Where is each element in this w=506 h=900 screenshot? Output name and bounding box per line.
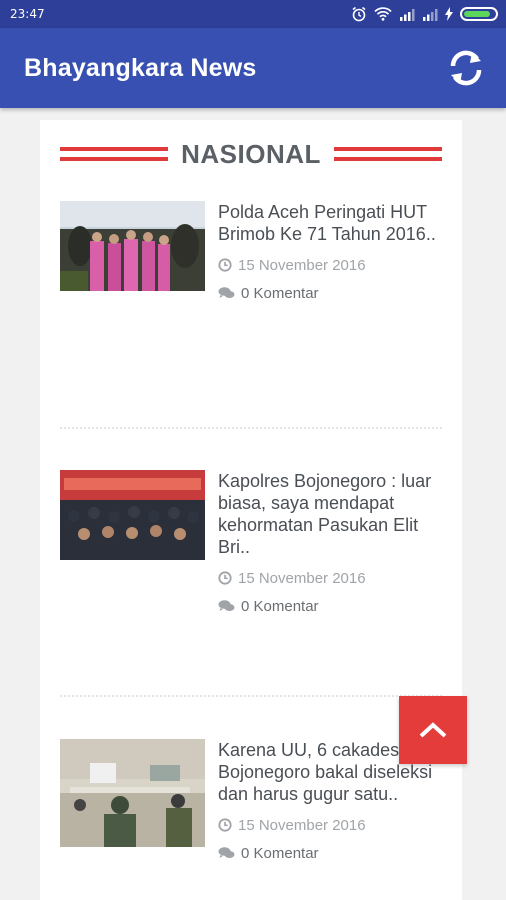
article-title[interactable]: Kapolres Bojonegoro : luar biasa, saya m… xyxy=(218,470,448,558)
article-thumbnail[interactable] xyxy=(60,470,205,560)
article-date-text: 15 November 2016 xyxy=(238,816,366,834)
article-body: Polda Aceh Peringati HUT Brimob Ke 71 Ta… xyxy=(218,201,448,303)
battery-icon xyxy=(460,7,498,21)
signal-icon xyxy=(399,8,415,21)
section-stripe-left xyxy=(60,147,168,161)
article-comments: 0 Komentar xyxy=(218,843,448,863)
clock-icon xyxy=(218,571,232,585)
article-thumbnail[interactable] xyxy=(60,739,205,847)
article-date: 15 November 2016 xyxy=(218,568,448,588)
app-bar: Bhayangkara News xyxy=(0,28,506,108)
comments-icon xyxy=(218,287,235,298)
article-comments: 0 Komentar xyxy=(218,596,448,616)
scroll-to-top-button[interactable] xyxy=(399,696,467,764)
article-item[interactable]: Polda Aceh Peringati HUT Brimob Ke 71 Ta… xyxy=(60,201,442,331)
comments-icon xyxy=(218,847,235,858)
article-date-text: 15 November 2016 xyxy=(238,256,366,274)
section-title: NASIONAL xyxy=(181,138,321,169)
clock-icon xyxy=(218,258,232,272)
article-divider xyxy=(60,695,442,697)
clock-icon xyxy=(218,818,232,832)
article-comments: 0 Komentar xyxy=(218,283,448,303)
status-time: 23:47 xyxy=(10,7,45,21)
news-card: NASIONAL Polda Aceh Peringati HUT Brimob… xyxy=(40,120,462,900)
charging-icon xyxy=(445,7,453,21)
article-title[interactable]: Polda Aceh Peringati HUT Brimob Ke 71 Ta… xyxy=(218,201,448,245)
article-item[interactable]: Karena UU, 6 cakades Bojonegoro bakal di… xyxy=(60,739,442,869)
status-icons xyxy=(351,6,498,22)
article-date: 15 November 2016 xyxy=(218,815,448,835)
article-date: 15 November 2016 xyxy=(218,255,448,275)
article-thumbnail[interactable] xyxy=(60,201,205,291)
comments-icon xyxy=(218,600,235,611)
article-date-text: 15 November 2016 xyxy=(238,569,366,587)
chevron-up-icon xyxy=(419,722,447,738)
refresh-button[interactable] xyxy=(444,46,488,90)
wifi-icon xyxy=(374,7,392,21)
app-title: Bhayangkara News xyxy=(24,53,257,82)
article-comments-text: 0 Komentar xyxy=(241,597,319,615)
article-item[interactable]: Kapolres Bojonegoro : luar biasa, saya m… xyxy=(60,470,442,615)
article-divider xyxy=(60,427,442,429)
alarm-icon xyxy=(351,6,367,22)
section-stripe-right xyxy=(334,147,442,161)
signal-icon xyxy=(422,8,438,21)
refresh-icon xyxy=(450,50,482,86)
article-comments-text: 0 Komentar xyxy=(241,844,319,862)
section-header: NASIONAL xyxy=(60,136,442,172)
article-comments-text: 0 Komentar xyxy=(241,284,319,302)
article-body: Kapolres Bojonegoro : luar biasa, saya m… xyxy=(218,470,448,616)
status-bar: 23:47 xyxy=(0,0,506,28)
